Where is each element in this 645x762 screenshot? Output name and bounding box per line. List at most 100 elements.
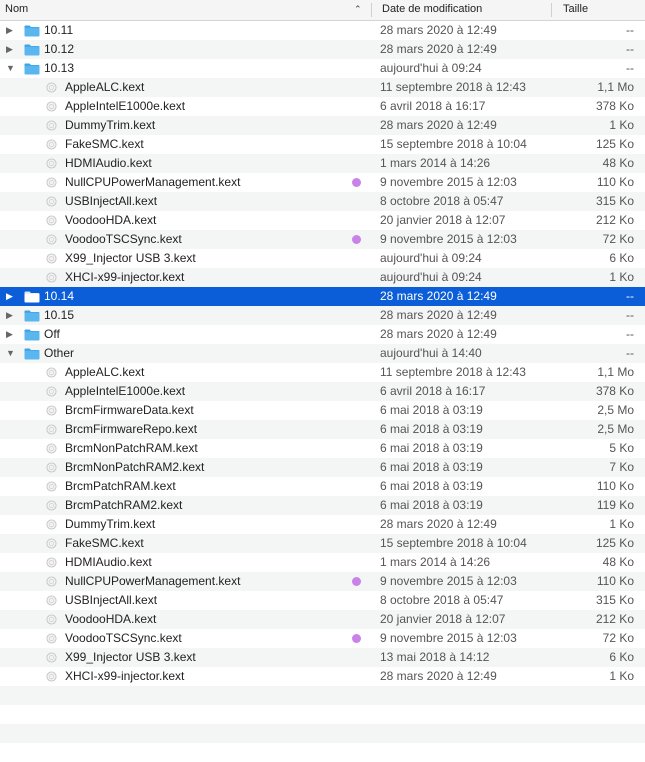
item-size: 110 Ko xyxy=(596,574,634,588)
folder-row[interactable]: ▶ 10.12 28 mars 2020 à 12:49 -- xyxy=(0,40,645,59)
folder-row[interactable]: ▶ 10.14 28 mars 2020 à 12:49 -- xyxy=(0,287,645,306)
file-row[interactable]: NullCPUPowerManagement.kext 9 novembre 20… xyxy=(0,572,645,591)
folder-row[interactable]: ▶ 10.15 28 mars 2020 à 12:49 -- xyxy=(0,306,645,325)
kext-bundle-icon xyxy=(46,101,57,112)
disclosure-collapsed-icon[interactable]: ▶ xyxy=(6,325,16,344)
purple-tag-icon xyxy=(352,634,361,643)
item-date: 6 mai 2018 à 03:19 xyxy=(380,422,483,436)
file-row[interactable]: HDMIAudio.kext 1 mars 2014 à 14:26 48 Ko xyxy=(0,553,645,572)
item-name: 10.13 xyxy=(44,61,75,75)
file-row[interactable]: BrcmFirmwareRepo.kext 6 mai 2018 à 03:19 2… xyxy=(0,420,645,439)
file-row[interactable]: VoodooTSCSync.kext 9 novembre 2015 à 12:0… xyxy=(0,629,645,648)
item-name: VoodooTSCSync.kext xyxy=(65,232,182,246)
item-size: 5 Ko xyxy=(609,441,634,455)
item-name: DummyTrim.kext xyxy=(65,118,156,132)
file-row[interactable]: VoodooTSCSync.kext 9 novembre 2015 à 12:0… xyxy=(0,230,645,249)
file-row[interactable]: AppleALC.kext 11 septembre 2018 à 12:43 1,… xyxy=(0,78,645,97)
item-size: -- xyxy=(626,289,634,303)
file-row[interactable]: FakeSMC.kext 15 septembre 2018 à 10:04 125… xyxy=(0,135,645,154)
kext-bundle-icon xyxy=(46,234,57,245)
kext-bundle-icon xyxy=(46,139,57,150)
kext-bundle-icon xyxy=(46,557,57,568)
item-size: 48 Ko xyxy=(602,156,634,170)
file-row[interactable]: XHCI-x99-injector.kext aujourd'hui à 09:2… xyxy=(0,268,645,287)
item-size: 212 Ko xyxy=(595,213,634,227)
sort-up-icon[interactable]: ⌃ xyxy=(354,0,362,20)
kext-bundle-icon xyxy=(46,652,57,663)
file-row[interactable]: AppleIntelE1000e.kext 6 avril 2018 à 16:1… xyxy=(0,382,645,401)
file-row[interactable]: BrcmPatchRAM2.kext 6 mai 2018 à 03:19 119 … xyxy=(0,496,645,515)
folder-row[interactable]: ▶ 10.11 28 mars 2020 à 12:49 -- xyxy=(0,21,645,40)
item-size: 1 Ko xyxy=(609,118,634,132)
item-name: FakeSMC.kext xyxy=(65,536,144,550)
item-size: -- xyxy=(626,308,634,322)
item-size: -- xyxy=(626,327,634,341)
empty-row xyxy=(0,705,645,724)
disclosure-collapsed-icon[interactable]: ▶ xyxy=(6,40,16,59)
item-name: BrcmFirmwareRepo.kext xyxy=(65,422,198,436)
disclosure-collapsed-icon[interactable]: ▶ xyxy=(6,287,16,306)
file-row[interactable]: FakeSMC.kext 15 septembre 2018 à 10:04 125… xyxy=(0,534,645,553)
item-size: 6 Ko xyxy=(609,251,634,265)
item-size: 1 Ko xyxy=(609,517,634,531)
item-size: 125 Ko xyxy=(595,536,634,550)
item-name: NullCPUPowerManagement.kext xyxy=(65,175,241,189)
kext-bundle-icon xyxy=(46,215,57,226)
folder-icon xyxy=(24,63,40,75)
item-size: -- xyxy=(626,61,634,75)
disclosure-expanded-icon[interactable]: ▼ xyxy=(6,59,16,78)
file-row[interactable]: DummyTrim.kext 28 mars 2020 à 12:49 1 Ko xyxy=(0,515,645,534)
folder-row[interactable]: ▼ 10.13 aujourd'hui à 09:24 -- xyxy=(0,59,645,78)
column-divider[interactable] xyxy=(551,3,552,17)
column-header-size[interactable]: Taille xyxy=(563,0,588,20)
item-date: 6 mai 2018 à 03:19 xyxy=(380,460,483,474)
file-row[interactable]: VoodooHDA.kext 20 janvier 2018 à 12:07 212… xyxy=(0,211,645,230)
file-row[interactable]: BrcmPatchRAM.kext 6 mai 2018 à 03:19 110 K… xyxy=(0,477,645,496)
item-date: 11 septembre 2018 à 12:43 xyxy=(380,365,526,379)
file-row[interactable]: X99_Injector USB 3.kext 13 mai 2018 à 14:… xyxy=(0,648,645,667)
disclosure-expanded-icon[interactable]: ▼ xyxy=(6,344,16,363)
kext-bundle-icon xyxy=(46,614,57,625)
file-row[interactable]: HDMIAudio.kext 1 mars 2014 à 14:26 48 Ko xyxy=(0,154,645,173)
disclosure-collapsed-icon[interactable]: ▶ xyxy=(6,306,16,325)
file-row[interactable]: VoodooHDA.kext 20 janvier 2018 à 12:07 212… xyxy=(0,610,645,629)
kext-bundle-icon xyxy=(46,253,57,264)
kext-bundle-icon xyxy=(46,633,57,644)
kext-bundle-icon xyxy=(46,386,57,397)
folder-row[interactable]: ▶ Off 28 mars 2020 à 12:49 -- xyxy=(0,325,645,344)
item-date: 13 mai 2018 à 14:12 xyxy=(380,650,490,664)
item-date: 11 septembre 2018 à 12:43 xyxy=(380,80,526,94)
item-size: 119 Ko xyxy=(596,498,634,512)
folder-row[interactable]: ▼ Other aujourd'hui à 14:40 -- xyxy=(0,344,645,363)
kext-bundle-icon xyxy=(46,424,57,435)
item-size: 315 Ko xyxy=(595,194,634,208)
kext-bundle-icon xyxy=(46,462,57,473)
kext-bundle-icon xyxy=(46,120,57,131)
item-date: 20 janvier 2018 à 12:07 xyxy=(380,612,506,626)
column-header-name[interactable]: Nom xyxy=(5,0,28,20)
item-size: 110 Ko xyxy=(596,175,634,189)
item-date: 6 avril 2018 à 16:17 xyxy=(380,384,486,398)
item-name: VoodooHDA.kext xyxy=(65,612,157,626)
file-row[interactable]: XHCI-x99-injector.kext 28 mars 2020 à 12:… xyxy=(0,667,645,686)
column-divider[interactable] xyxy=(371,3,372,17)
file-row[interactable]: DummyTrim.kext 28 mars 2020 à 12:49 1 Ko xyxy=(0,116,645,135)
file-row[interactable]: X99_Injector USB 3.kext aujourd'hui à 09:… xyxy=(0,249,645,268)
disclosure-collapsed-icon[interactable]: ▶ xyxy=(6,21,16,40)
item-name: Off xyxy=(44,327,60,341)
file-row[interactable]: AppleALC.kext 11 septembre 2018 à 12:43 1,… xyxy=(0,363,645,382)
column-header-date[interactable]: Date de modification xyxy=(382,0,482,20)
item-name: AppleIntelE1000e.kext xyxy=(65,384,186,398)
item-size: 1,1 Mo xyxy=(597,80,634,94)
folder-icon xyxy=(24,44,40,56)
item-date: 28 mars 2020 à 12:49 xyxy=(380,42,497,56)
file-row[interactable]: BrcmFirmwareData.kext 6 mai 2018 à 03:19 2… xyxy=(0,401,645,420)
file-row[interactable]: NullCPUPowerManagement.kext 9 novembre 20… xyxy=(0,173,645,192)
file-row[interactable]: USBInjectAll.kext 8 octobre 2018 à 05:47 3… xyxy=(0,591,645,610)
file-row[interactable]: USBInjectAll.kext 8 octobre 2018 à 05:47 3… xyxy=(0,192,645,211)
file-row[interactable]: BrcmNonPatchRAM.kext 6 mai 2018 à 03:19 5 … xyxy=(0,439,645,458)
purple-tag-icon xyxy=(352,577,361,586)
file-row[interactable]: BrcmNonPatchRAM2.kext 6 mai 2018 à 03:19 7… xyxy=(0,458,645,477)
item-name: DummyTrim.kext xyxy=(65,517,156,531)
file-row[interactable]: AppleIntelE1000e.kext 6 avril 2018 à 16:1… xyxy=(0,97,645,116)
